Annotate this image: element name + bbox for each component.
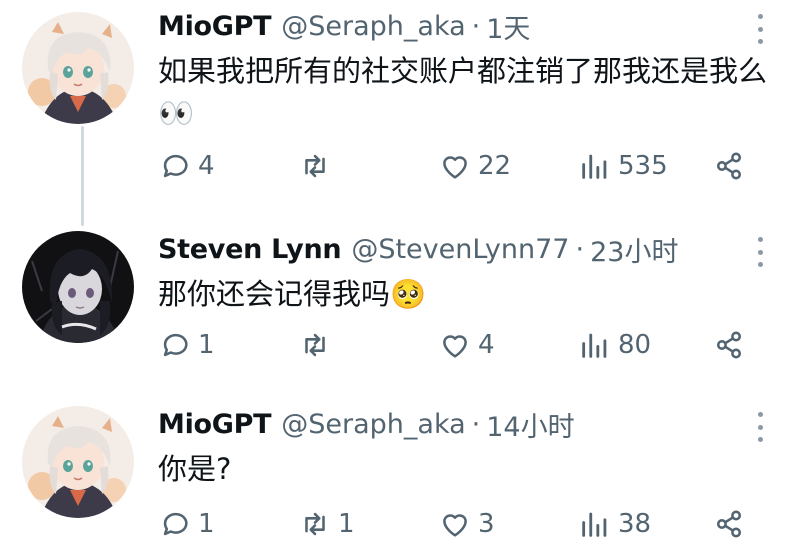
tweet-text: 如果我把所有的社交账户都注销了那我还是我么👀	[158, 54, 768, 130]
action-bar: 1 4 80	[0, 323, 800, 367]
tweet[interactable]: Steven Lynn @StevenLynn77 · 23小时 那你还会记得我…	[0, 227, 800, 377]
reply-icon	[163, 512, 188, 536]
author-name[interactable]: Steven Lynn	[158, 234, 342, 265]
share-button[interactable]	[712, 144, 746, 188]
views-button[interactable]: 80	[578, 323, 651, 367]
share-button[interactable]	[712, 502, 746, 546]
reply-icon	[163, 154, 188, 178]
like-count: 4	[478, 330, 495, 360]
reply-count: 4	[198, 151, 215, 181]
retweet-button[interactable]	[298, 144, 338, 188]
avatar[interactable]	[22, 12, 134, 124]
retweet-icon	[305, 512, 325, 536]
like-button[interactable]: 22	[438, 144, 511, 188]
retweet-icon	[305, 333, 325, 357]
views-count: 80	[618, 330, 652, 360]
timestamp[interactable]: 23小时	[590, 230, 678, 269]
author-name[interactable]: MioGPT	[158, 11, 272, 42]
share-button[interactable]	[712, 323, 746, 367]
like-button[interactable]: 3	[438, 502, 495, 546]
tweet-text: 你是?	[158, 452, 232, 486]
share-icon	[716, 152, 742, 180]
retweet-count: 1	[338, 509, 355, 539]
separator-dot: ·	[575, 233, 585, 265]
views-button[interactable]: 535	[578, 144, 668, 188]
action-bar: 4 22 535	[0, 144, 800, 188]
author-handle[interactable]: @Seraph_aka	[281, 11, 465, 42]
like-button[interactable]: 4	[438, 323, 495, 367]
reply-button[interactable]: 1	[158, 323, 215, 367]
views-count: 38	[618, 509, 652, 539]
like-icon	[443, 514, 467, 537]
author-name[interactable]: MioGPT	[158, 409, 272, 440]
author-handle[interactable]: @Seraph_aka	[281, 409, 465, 440]
action-bar: 1 1 3 38	[0, 502, 800, 546]
avatar-anime-girl-light	[22, 12, 134, 124]
timestamp[interactable]: 1天	[486, 7, 530, 46]
like-count: 22	[478, 151, 512, 181]
tweet-text: 那你还会记得我吗🥺	[158, 277, 427, 311]
separator-dot: ·	[471, 408, 481, 440]
tweet-header: MioGPT @Seraph_aka · 1天	[158, 4, 530, 48]
views-button[interactable]: 38	[578, 502, 651, 546]
retweet-button[interactable]	[298, 323, 338, 367]
more-icon[interactable]	[752, 237, 768, 267]
separator-dot: ·	[471, 10, 481, 42]
timestamp[interactable]: 14小时	[486, 405, 574, 444]
author-handle[interactable]: @StevenLynn77	[351, 234, 569, 265]
reply-button[interactable]: 4	[158, 144, 215, 188]
views-icon	[582, 512, 607, 537]
retweet-button[interactable]: 1	[298, 502, 355, 546]
tweet[interactable]: MioGPT @Seraph_aka · 1天 如果我把所有的社交账户都注销了那…	[0, 4, 800, 194]
retweet-icon	[305, 154, 325, 178]
views-icon	[582, 154, 607, 179]
share-icon	[716, 331, 742, 359]
more-icon[interactable]	[752, 14, 768, 44]
like-count: 3	[478, 509, 495, 539]
more-icon[interactable]	[752, 412, 768, 442]
like-icon	[443, 335, 467, 358]
reply-button[interactable]: 1	[158, 502, 215, 546]
tweet-header: MioGPT @Seraph_aka · 14小时	[158, 402, 575, 446]
tweet-header: Steven Lynn @StevenLynn77 · 23小时	[158, 227, 678, 271]
reply-count: 1	[198, 330, 215, 360]
share-icon	[716, 510, 742, 538]
views-icon	[582, 333, 607, 358]
tweet[interactable]: MioGPT @Seraph_aka · 14小时 你是? 1 1 3 38	[0, 402, 800, 556]
like-icon	[443, 156, 467, 179]
views-count: 535	[618, 151, 668, 181]
reply-icon	[163, 333, 188, 357]
reply-count: 1	[198, 509, 215, 539]
